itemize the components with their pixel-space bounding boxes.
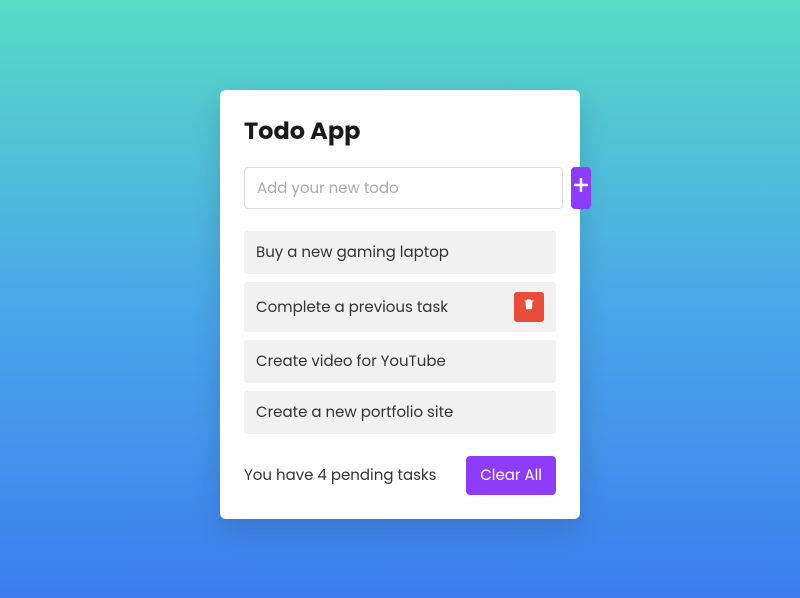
- todo-item[interactable]: Buy a new gaming laptop: [244, 231, 556, 274]
- footer-row: You have 4 pending tasks Clear All: [244, 456, 556, 495]
- todo-text: Buy a new gaming laptop: [256, 241, 449, 264]
- delete-button[interactable]: [514, 292, 544, 322]
- todo-item[interactable]: Complete a previous task: [244, 282, 556, 332]
- new-todo-input[interactable]: [244, 167, 563, 209]
- clear-all-button[interactable]: Clear All: [466, 456, 556, 495]
- todo-item[interactable]: Create a new portfolio site: [244, 391, 556, 434]
- todo-text: Create a new portfolio site: [256, 401, 453, 424]
- todo-text: Complete a previous task: [256, 296, 448, 319]
- input-row: [244, 167, 556, 209]
- plus-icon: [571, 175, 591, 201]
- todo-item[interactable]: Create video for YouTube: [244, 340, 556, 383]
- trash-icon: [522, 297, 536, 317]
- app-title: Todo App: [244, 114, 556, 149]
- add-button[interactable]: [571, 167, 591, 209]
- pending-count-text: You have 4 pending tasks: [244, 464, 436, 487]
- todo-list: Buy a new gaming laptop Complete a previ…: [244, 231, 556, 434]
- todo-text: Create video for YouTube: [256, 350, 446, 373]
- todo-card: Todo App Buy a new gaming laptop Complet…: [220, 90, 580, 519]
